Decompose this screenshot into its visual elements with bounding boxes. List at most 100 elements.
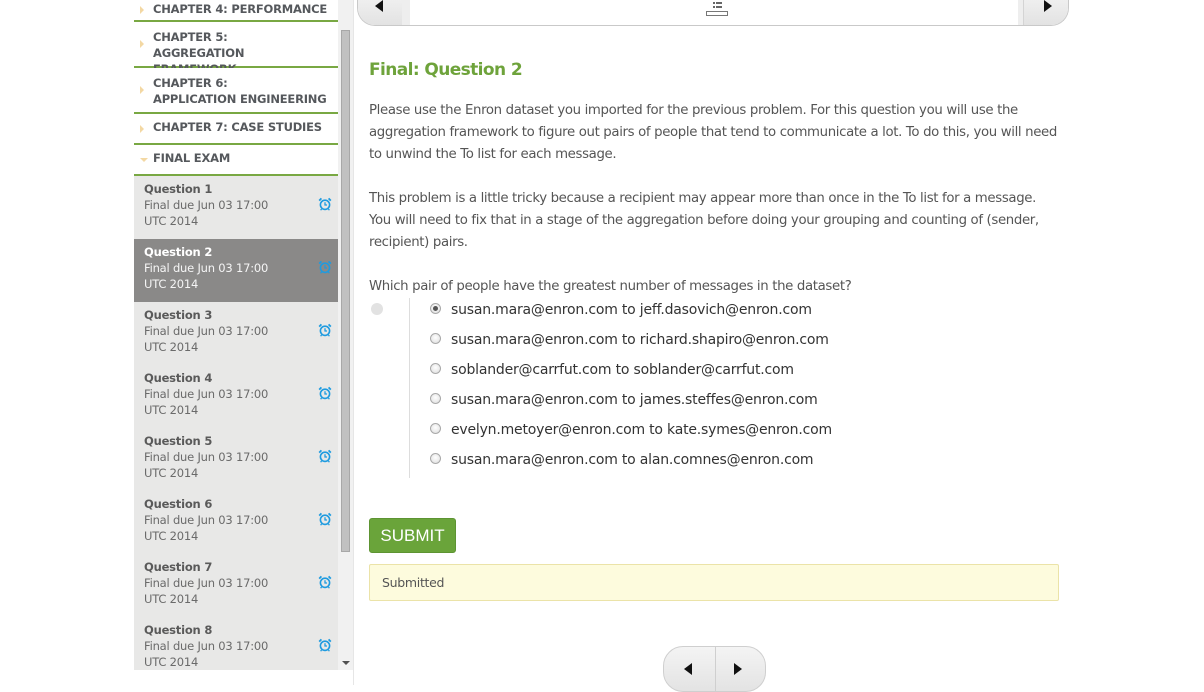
question-title: Question 5 <box>144 434 213 448</box>
choice-label: susan.mara@enron.com to alan.comnes@enro… <box>451 452 814 468</box>
chapter-4-performance[interactable]: CHAPTER 4: PERFORMANCE <box>134 0 338 22</box>
question-title: Question 7 <box>144 560 213 574</box>
question-due-line1: Final due Jun 03 17:00 <box>144 576 269 590</box>
question-due-line2: UTC 2014 <box>144 655 199 669</box>
collapsed-arrow-icon <box>140 6 144 14</box>
question-title: Question 6 <box>144 497 213 511</box>
chapter-label-line1: CHAPTER 6: <box>153 76 228 90</box>
chapter-label-line2: APPLICATION ENGINEERING <box>153 92 327 106</box>
question-due-line2: UTC 2014 <box>144 529 199 543</box>
previous-button[interactable] <box>664 647 716 691</box>
question-due-line1: Final due Jun 03 17:00 <box>144 387 269 401</box>
answer-choice[interactable]: susan.mara@enron.com to jeff.dasovich@en… <box>430 299 812 321</box>
triangle-left-icon <box>684 663 692 675</box>
choice-label: susan.mara@enron.com to richard.shapiro@… <box>451 332 829 348</box>
question-title: Question 4 <box>144 371 213 385</box>
expanded-arrow-icon <box>140 157 148 162</box>
question-due-line1: Final due Jun 03 17:00 <box>144 450 269 464</box>
question-due-line1: Final due Jun 03 17:00 <box>144 639 269 653</box>
answer-choices: susan.mara@enron.com to jeff.dasovich@en… <box>409 298 870 478</box>
question-due-line1: Final due Jun 03 17:00 <box>144 198 269 212</box>
alarm-clock-icon <box>318 386 332 400</box>
question-list: Question 1 Final due Jun 03 17:00 UTC 2014… <box>134 176 338 670</box>
radio-button[interactable] <box>430 332 441 344</box>
radio-button[interactable] <box>430 422 441 434</box>
choice-label: susan.mara@enron.com to james.steffes@en… <box>451 392 818 408</box>
alarm-clock-icon <box>318 638 332 652</box>
question-title: Question 8 <box>144 623 213 637</box>
chapter-list: CHAPTER 4: PERFORMANCE CHAPTER 5: AGGREG… <box>134 0 338 670</box>
question-due-line2: UTC 2014 <box>144 277 199 291</box>
sidebar-scrollbar[interactable] <box>338 0 353 670</box>
problem-question: Which pair of people have the greatest n… <box>369 279 852 294</box>
submit-button[interactable]: SUBMIT <box>369 518 456 553</box>
radio-button[interactable] <box>430 302 441 314</box>
list-icon[interactable] <box>705 0 729 16</box>
sidebar-item-question-2[interactable]: Question 2 Final due Jun 03 17:00 UTC 2014 <box>134 239 338 302</box>
question-title: Question 3 <box>144 308 213 322</box>
course-navigation-sidebar: CHAPTER 4: PERFORMANCE CHAPTER 5: AGGREG… <box>134 0 354 685</box>
alarm-clock-icon <box>318 575 332 589</box>
radio-button[interactable] <box>430 452 441 464</box>
question-due-line2: UTC 2014 <box>144 592 199 606</box>
chapter-label: FINAL EXAM <box>153 151 231 165</box>
collapsed-arrow-icon <box>140 40 144 48</box>
triangle-right-icon <box>734 663 742 675</box>
collapsed-arrow-icon <box>140 124 144 133</box>
sidebar-item-question-1[interactable]: Question 1 Final due Jun 03 17:00 UTC 2014 <box>134 176 338 239</box>
radio-button[interactable] <box>430 392 441 404</box>
question-due-line2: UTC 2014 <box>144 403 199 417</box>
nav-divider <box>402 0 410 25</box>
problem-title: Final: Question 2 <box>369 60 523 80</box>
chapter-final-exam[interactable]: FINAL EXAM <box>134 145 338 176</box>
question-due-line2: UTC 2014 <box>144 340 199 354</box>
answer-status-indicator <box>371 303 383 315</box>
next-button[interactable] <box>714 647 765 691</box>
answer-choice[interactable]: susan.mara@enron.com to richard.shapiro@… <box>430 329 829 351</box>
radio-button[interactable] <box>430 362 441 374</box>
alarm-clock-icon <box>318 197 332 211</box>
question-due-line1: Final due Jun 03 17:00 <box>144 324 269 338</box>
answer-choice[interactable]: soblander@carrfut.com to soblander@carrf… <box>430 359 794 381</box>
sidebar-item-question-8[interactable]: Question 8 Final due Jun 03 17:00 UTC 2014 <box>134 617 338 670</box>
question-due-line1: Final due Jun 03 17:00 <box>144 513 269 527</box>
sidebar-item-question-5[interactable]: Question 5 Final due Jun 03 17:00 UTC 2014 <box>134 428 338 491</box>
choice-label: susan.mara@enron.com to jeff.dasovich@en… <box>451 302 812 318</box>
question-title: Question 2 <box>144 245 213 259</box>
question-due-line2: UTC 2014 <box>144 214 199 228</box>
question-due-line1: Final due Jun 03 17:00 <box>144 261 269 275</box>
chapter-label: CHAPTER 7: CASE STUDIES <box>153 120 322 134</box>
sidebar-item-question-6[interactable]: Question 6 Final due Jun 03 17:00 UTC 2014 <box>134 491 338 554</box>
triangle-left-icon <box>375 0 383 12</box>
sidebar-item-question-7[interactable]: Question 7 Final due Jun 03 17:00 UTC 2014 <box>134 554 338 617</box>
bottom-sequence-navigation <box>663 646 766 692</box>
next-unit-button[interactable] <box>1023 0 1068 25</box>
sidebar-item-question-3[interactable]: Question 3 Final due Jun 03 17:00 UTC 2014 <box>134 302 338 365</box>
chapter-label-line1: CHAPTER 5: <box>153 30 228 44</box>
problem-paragraph-1: Please use the Enron dataset you importe… <box>369 103 1057 162</box>
submission-status-message: Submitted <box>369 564 1059 601</box>
alarm-clock-icon <box>318 512 332 526</box>
chapter-7-case-studies[interactable]: CHAPTER 7: CASE STUDIES <box>134 114 338 145</box>
previous-unit-button[interactable] <box>358 0 403 25</box>
triangle-right-icon <box>1044 0 1052 12</box>
question-due-line2: UTC 2014 <box>144 466 199 480</box>
answer-choice[interactable]: susan.mara@enron.com to james.steffes@en… <box>430 389 818 411</box>
collapsed-arrow-icon <box>140 86 144 94</box>
sequence-navigation <box>357 0 1069 26</box>
problem-paragraph-2: This problem is a little tricky because … <box>369 191 1039 250</box>
sidebar-item-question-4[interactable]: Question 4 Final due Jun 03 17:00 UTC 2014 <box>134 365 338 428</box>
chapter-6-application-engineering[interactable]: CHAPTER 6: APPLICATION ENGINEERING <box>134 68 338 114</box>
alarm-clock-icon <box>318 323 332 337</box>
answer-choice[interactable]: susan.mara@enron.com to alan.comnes@enro… <box>430 449 814 471</box>
answer-choice[interactable]: evelyn.metoyer@enron.com to kate.symes@e… <box>430 419 832 441</box>
alarm-clock-icon <box>318 449 332 463</box>
scrollbar-thumb[interactable] <box>341 30 350 552</box>
choice-label: evelyn.metoyer@enron.com to kate.symes@e… <box>451 422 832 438</box>
chapter-label: CHAPTER 4: PERFORMANCE <box>153 2 328 16</box>
question-title: Question 1 <box>144 182 213 196</box>
chapter-5-aggregation-framework[interactable]: CHAPTER 5: AGGREGATION FRAMEWORK <box>134 22 338 76</box>
scroll-down-arrow-icon[interactable] <box>342 661 350 665</box>
choice-label: soblander@carrfut.com to soblander@carrf… <box>451 362 794 378</box>
alarm-clock-icon <box>318 260 332 274</box>
